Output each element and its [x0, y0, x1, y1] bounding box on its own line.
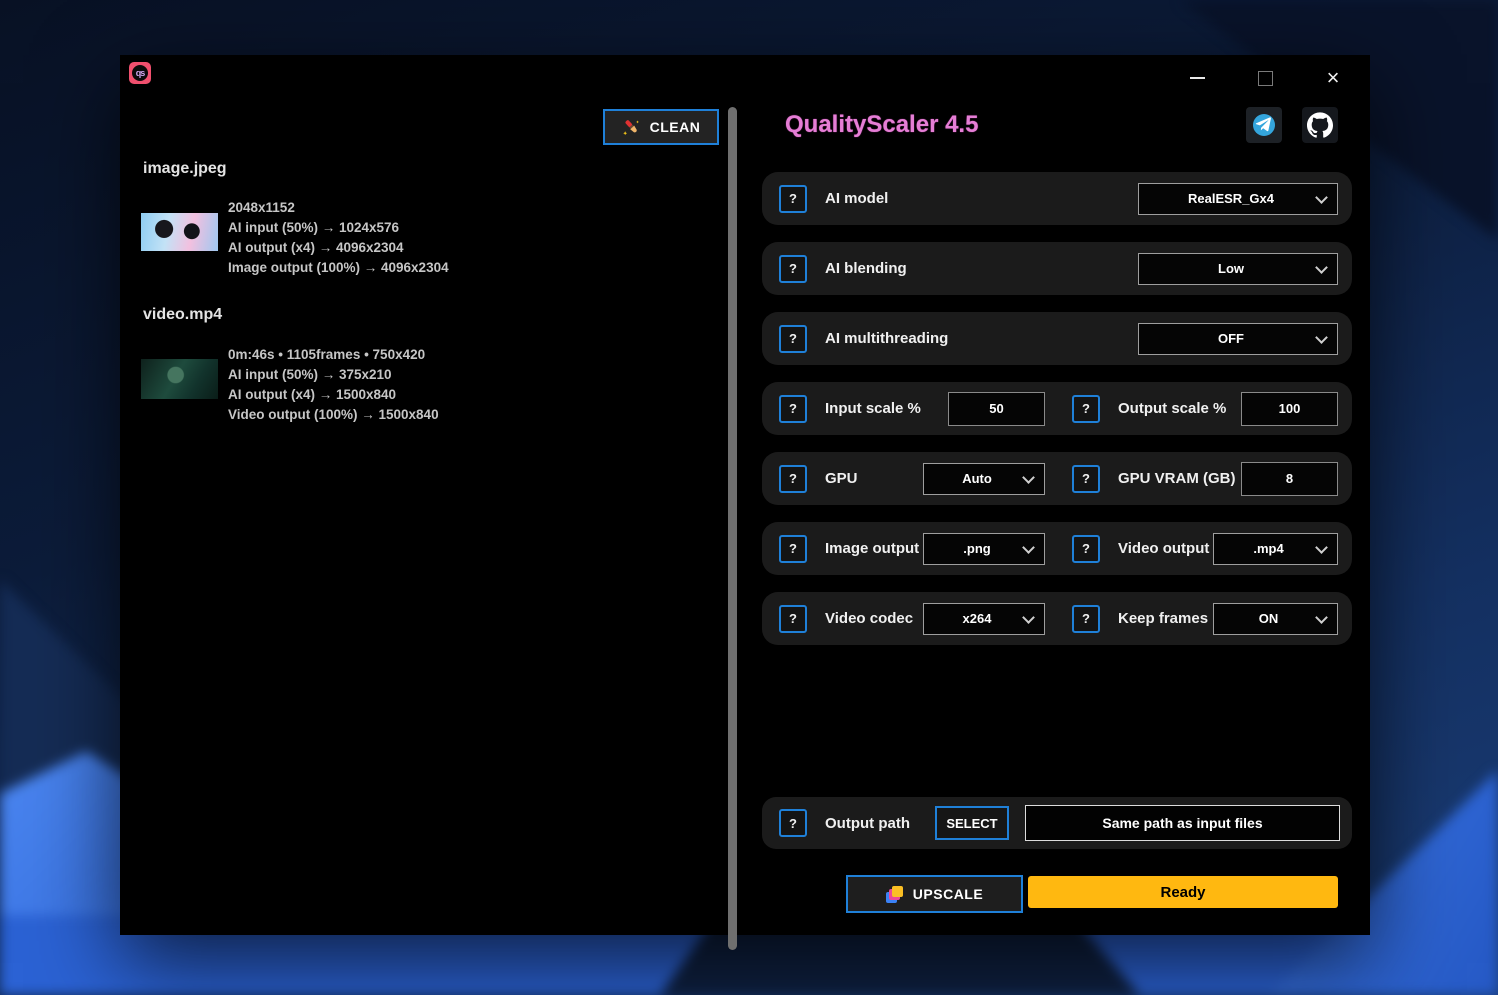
ai-blending-label: AI blending [825, 260, 907, 277]
app-logo-icon: qs [129, 62, 151, 84]
help-button-ai-blending[interactable]: ? [779, 254, 807, 283]
help-button-ai-model[interactable]: ? [779, 184, 807, 213]
ai-model-value: RealESR_Gx4 [1188, 191, 1274, 206]
gpu-dropdown[interactable]: Auto [923, 462, 1045, 495]
help-button-image-output[interactable]: ? [779, 534, 807, 563]
keep-frames-value: ON [1258, 611, 1279, 626]
upscale-button-label: UPSCALE [912, 886, 984, 902]
video-output-label: Video output [1118, 540, 1210, 557]
output-path-field[interactable] [1025, 805, 1340, 841]
image-output-label: Image output [825, 540, 920, 557]
file-thumbnail-image [141, 213, 218, 251]
paintbrush-icon [622, 119, 639, 135]
chevron-down-icon [1315, 540, 1328, 554]
help-button-input-scale[interactable]: ? [779, 394, 807, 423]
video-output-group: ? Video output .mp4 [1060, 532, 1352, 565]
image-output-group: ? Image output .png [762, 532, 1060, 565]
video-codec-label: Video codec [825, 610, 914, 627]
input-scale-field[interactable] [948, 391, 1045, 426]
clean-button[interactable]: CLEAN [603, 109, 719, 145]
chevron-down-icon [1022, 540, 1035, 554]
chevron-down-icon [1315, 260, 1328, 274]
file-details: 0m:46s • 1105frames • 750x420 AI input (… [228, 347, 439, 422]
upscale-button[interactable]: UPSCALE [846, 875, 1023, 913]
file-name: video.mp4 [143, 306, 223, 323]
row-codec: ? Video codec x264 ? Keep frames ON [762, 592, 1352, 645]
gpu-vram-field[interactable] [1241, 461, 1338, 496]
file-thumbnail-video [141, 359, 218, 399]
file-details: 2048x1152 AI input (50%) → 1024x576 AI o… [228, 200, 449, 275]
app-logo-text: qs [132, 65, 148, 81]
select-path-button[interactable]: SELECT [934, 806, 1009, 840]
help-button-gpu[interactable]: ? [779, 464, 807, 493]
keep-frames-label: Keep frames [1118, 610, 1209, 627]
layers-icon [885, 885, 903, 903]
telegram-button[interactable] [1246, 107, 1282, 143]
ai-multithreading-dropdown[interactable]: OFF [1138, 322, 1338, 355]
row-ai-model: ? AI model RealESR_Gx4 [762, 172, 1352, 225]
chevron-down-icon [1315, 330, 1328, 344]
video-codec-group: ? Video codec x264 [762, 602, 1060, 635]
output-path-label: Output path [825, 814, 910, 832]
gpu-vram-group: ? GPU VRAM (GB) [1060, 461, 1352, 496]
gpu-label: GPU [825, 470, 858, 487]
row-ai-multithreading: ? AI multithreading OFF [762, 312, 1352, 365]
github-icon [1307, 112, 1333, 138]
gpu-vram-label: GPU VRAM (GB) [1118, 470, 1236, 487]
chevron-down-icon [1315, 190, 1328, 204]
row-gpu: ? GPU Auto ? GPU VRAM (GB) [762, 452, 1352, 505]
keep-frames-group: ? Keep frames ON [1060, 602, 1352, 635]
input-scale-label: Input scale % [825, 400, 921, 417]
keep-frames-dropdown[interactable]: ON [1213, 602, 1338, 635]
help-button-output-path[interactable]: ? [779, 809, 807, 837]
qualityscaler-window: qs × CLEAN image.jpeg 2048x1152 AI input… [120, 55, 1370, 950]
image-output-dropdown[interactable]: .png [923, 532, 1045, 565]
telegram-icon [1253, 114, 1275, 136]
ai-model-dropdown[interactable]: RealESR_Gx4 [1138, 182, 1338, 215]
ai-multithreading-value: OFF [1218, 331, 1244, 346]
ai-blending-value: Low [1218, 261, 1244, 276]
ai-model-label: AI model [825, 190, 889, 207]
gpu-group: ? GPU Auto [762, 462, 1060, 495]
help-button-gpu-vram[interactable]: ? [1072, 464, 1100, 493]
output-scale-group: ? Output scale % [1060, 391, 1352, 426]
help-button-output-scale[interactable]: ? [1072, 394, 1100, 423]
help-button-keep-frames[interactable]: ? [1072, 604, 1100, 633]
settings-rows: ? AI model RealESR_Gx4 ? AI blending Low… [762, 172, 1352, 645]
ai-blending-dropdown[interactable]: Low [1138, 252, 1338, 285]
row-output-path: ? Output path SELECT [762, 797, 1352, 849]
input-scale-group: ? Input scale % [762, 391, 1060, 426]
image-output-value: .png [963, 541, 991, 556]
status-badge: Ready [1028, 876, 1338, 908]
github-button[interactable] [1302, 107, 1338, 143]
video-codec-value: x264 [962, 611, 992, 626]
chevron-down-icon [1022, 470, 1035, 484]
help-button-video-output[interactable]: ? [1072, 534, 1100, 563]
video-output-dropdown[interactable]: .mp4 [1213, 532, 1338, 565]
output-scale-label: Output scale % [1118, 400, 1227, 417]
chevron-down-icon [1022, 610, 1035, 624]
page-title: QualityScaler 4.5 [785, 111, 979, 138]
gpu-value: Auto [962, 471, 992, 486]
video-codec-dropdown[interactable]: x264 [923, 602, 1045, 635]
file-name: image.jpeg [143, 160, 227, 177]
row-scale: ? Input scale % ? Output scale % [762, 382, 1352, 435]
row-ai-blending: ? AI blending Low [762, 242, 1352, 295]
settings-panel: QualityScaler 4.5 ? AI model RealESR_Gx4 [762, 55, 1352, 935]
row-output-format: ? Image output .png ? Video output .mp4 [762, 522, 1352, 575]
chevron-down-icon [1315, 610, 1328, 624]
video-output-value: .mp4 [1253, 541, 1284, 556]
help-button-video-codec[interactable]: ? [779, 604, 807, 633]
clean-button-label: CLEAN [649, 119, 701, 135]
output-scale-field[interactable] [1241, 391, 1338, 426]
ai-multithreading-label: AI multithreading [825, 330, 949, 347]
file-list-scrollbar[interactable] [728, 107, 737, 950]
help-button-ai-multithreading[interactable]: ? [779, 324, 807, 353]
